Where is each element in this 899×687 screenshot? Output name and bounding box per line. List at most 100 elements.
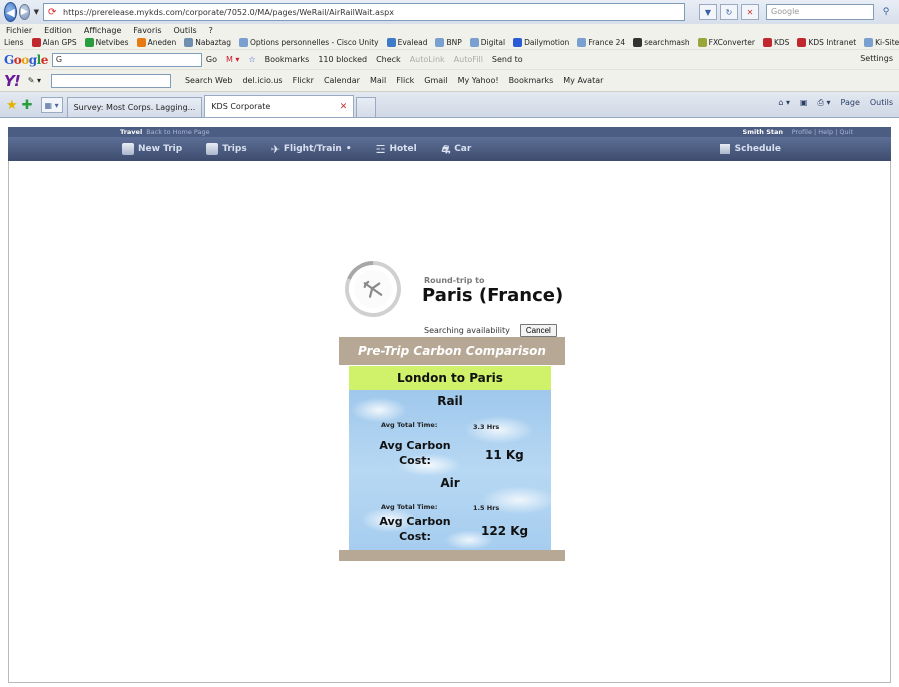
document-icon <box>122 143 134 155</box>
menu-view[interactable]: Affichage <box>84 26 122 35</box>
link-item[interactable]: Digital <box>469 38 505 48</box>
menu-tools[interactable]: Outils <box>174 26 197 35</box>
my-avatar-button[interactable]: My Avatar <box>563 76 603 85</box>
gmail-icon[interactable]: M ▾ <box>226 55 239 64</box>
url-field[interactable]: ⟳ https://prerelease.mykds.com/corporate… <box>43 3 685 21</box>
air-time-label: Avg Total Time: <box>381 503 438 511</box>
favorites-star-icon[interactable]: ★ <box>6 99 18 113</box>
google-toolbar: Google G Go M ▾ ☆ Bookmarks 110 blocked … <box>0 50 899 70</box>
search-status-text: Searching availability <box>424 326 510 335</box>
link-item[interactable]: Netvibes <box>84 38 129 48</box>
air-time-value: 1.5 Hrs <box>473 504 500 512</box>
tools-menu-button[interactable]: Outils <box>870 98 893 108</box>
nav-new-trip[interactable]: New Trip <box>122 143 182 155</box>
yahoo-bookmarks-button[interactable]: Bookmarks <box>509 76 554 85</box>
delicious-button[interactable]: del.icio.us <box>242 76 282 85</box>
history-dropdown-icon[interactable]: ▼ <box>34 8 39 16</box>
menu-help[interactable]: ? <box>209 26 213 35</box>
page-menu-button[interactable]: Page <box>841 98 860 108</box>
send-to-button[interactable]: Send to <box>492 55 523 64</box>
link-item[interactable]: Dailymotion <box>513 38 569 48</box>
calendar-button[interactable]: Calendar <box>324 76 360 85</box>
new-tab-button[interactable] <box>356 97 377 117</box>
search-status-row: Searching availability Cancel <box>424 324 557 337</box>
autolink-button[interactable]: AutoLink <box>410 55 445 64</box>
link-item[interactable]: Alan GPS <box>31 38 77 48</box>
route-header: London to Paris <box>349 366 551 390</box>
menu-file[interactable]: Fichier <box>6 26 32 35</box>
stop-button[interactable]: ✕ <box>741 4 759 20</box>
google-go-button[interactable]: Go <box>206 55 217 64</box>
flick-button[interactable]: Flick <box>396 76 414 85</box>
user-links[interactable]: Profile | Help | Quit <box>792 128 853 136</box>
nav-hotel[interactable]: ☲ Hotel <box>376 143 417 156</box>
forward-button[interactable]: ▶ <box>19 4 30 20</box>
mail-button[interactable]: Mail <box>370 76 386 85</box>
nav-schedule[interactable]: Schedule <box>719 144 781 154</box>
cancel-button[interactable]: Cancel <box>519 324 557 337</box>
google-bookmarks-button[interactable]: Bookmarks <box>265 55 310 64</box>
back-button[interactable]: ◀ <box>4 2 18 22</box>
calendar-icon <box>719 144 730 154</box>
site-nav-bar: New Trip Trips ✈ Flight/Train • ☲ Hotel ⛐ Ca… <box>8 137 891 161</box>
link-item[interactable]: KDS Intranet <box>797 38 856 48</box>
link-item[interactable]: FXConverter <box>697 38 755 48</box>
loading-spinner-icon <box>345 261 401 317</box>
edit-icon[interactable]: ✎ ▾ <box>28 76 41 85</box>
rail-carbon-label: Avg Carbon Cost: <box>379 439 451 467</box>
feeds-icon[interactable]: ▣ <box>800 98 808 108</box>
flickr-button[interactable]: Flickr <box>293 76 314 85</box>
menu-bar: Fichier Edition Affichage Favoris Outils… <box>0 24 899 36</box>
close-tab-icon[interactable]: ✕ <box>340 102 348 112</box>
google-search-input[interactable]: G <box>51 52 202 67</box>
tab-survey[interactable]: Survey: Most Corps. Lagging... <box>66 97 203 117</box>
add-favorite-icon[interactable]: ✚ <box>22 99 33 113</box>
destination-title: Paris (France) <box>422 285 564 306</box>
air-mode-title: Air <box>440 476 460 490</box>
print-icon[interactable]: ⎙ ▾ <box>818 98 831 108</box>
rail-time-label: Avg Total Time: <box>381 421 438 429</box>
my-yahoo-button[interactable]: My Yahoo! <box>458 76 499 85</box>
carbon-comparison-panel: Rail Avg Total Time: 3.3 Hrs Avg Carbon … <box>349 390 551 550</box>
refresh-button[interactable]: ↻ <box>720 4 738 20</box>
autofill-button[interactable]: AutoFill <box>454 55 483 64</box>
link-item[interactable]: Aneden <box>136 38 176 48</box>
carbon-panel-footer <box>339 550 565 561</box>
site-favicon-icon: ⟳ <box>48 6 57 18</box>
site-top-bar: Travel Back to Home Page Smith Stan Prof… <box>8 127 891 137</box>
links-label: Liens <box>4 38 24 47</box>
popup-blocked-button[interactable]: 110 blocked <box>318 55 367 64</box>
link-item[interactable]: Evalead <box>386 38 427 48</box>
menu-edit[interactable]: Edition <box>44 26 72 35</box>
spell-check-button[interactable]: Check <box>376 55 401 64</box>
plane-icon: ✈ <box>270 143 280 156</box>
home-icon[interactable]: ⌂ ▾ <box>778 98 790 108</box>
address-bar-row: ◀ ▶ ▼ ⟳ https://prerelease.mykds.com/cor… <box>0 0 899 24</box>
search-icon[interactable]: ⚲ <box>877 4 895 20</box>
tab-kds-corporate[interactable]: KDS Corporate ✕ <box>204 95 355 117</box>
folder-icon <box>206 143 219 155</box>
url-text: https://prerelease.mykds.com/corporate/7… <box>63 7 394 17</box>
yahoo-search-input[interactable] <box>50 73 171 88</box>
link-item[interactable]: Nabaztag <box>184 38 231 48</box>
rail-mode-title: Rail <box>437 394 463 408</box>
browser-search-input[interactable]: Google <box>766 4 874 20</box>
user-name: Smith Stan <box>742 128 783 136</box>
lock-icon[interactable]: ▼ <box>699 4 717 20</box>
back-home-link[interactable]: Back to Home Page <box>146 128 209 136</box>
link-item[interactable]: KDS <box>762 38 789 48</box>
google-settings-button[interactable]: Settings <box>860 54 893 63</box>
yahoo-search-web-button[interactable]: Search Web <box>185 76 232 85</box>
nav-flight-train[interactable]: ✈ Flight/Train • <box>270 143 352 156</box>
link-item[interactable]: Options personnelles - Cisco Unity <box>239 38 379 48</box>
link-item[interactable]: Ki-Site <box>864 38 899 48</box>
link-item[interactable]: searchmash <box>633 38 690 48</box>
gmail-button[interactable]: Gmail <box>424 76 447 85</box>
round-trip-label: Round-trip to <box>424 276 485 285</box>
link-item[interactable]: BNP <box>435 38 462 48</box>
nav-car[interactable]: ⛐ Car <box>441 143 472 156</box>
quick-tabs-button[interactable]: ▦ ▾ <box>40 97 63 113</box>
link-item[interactable]: France 24 <box>577 38 625 48</box>
menu-favorites[interactable]: Favoris <box>133 26 161 35</box>
nav-trips[interactable]: Trips <box>206 143 247 155</box>
